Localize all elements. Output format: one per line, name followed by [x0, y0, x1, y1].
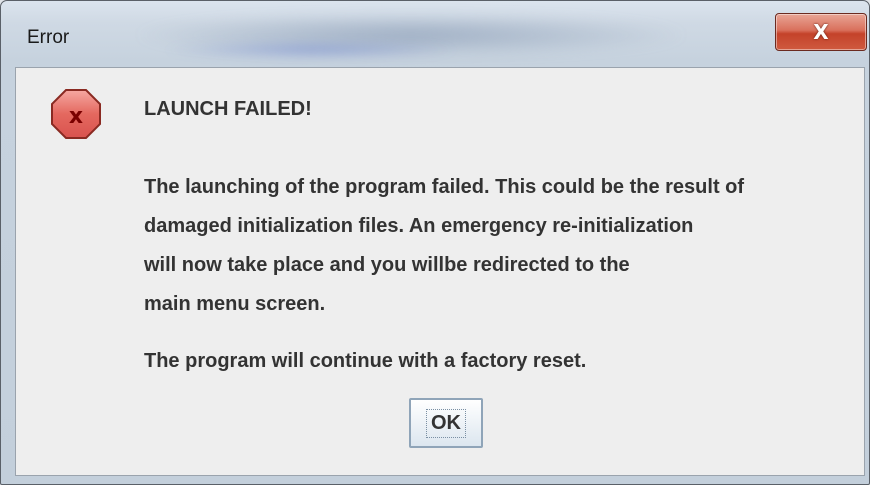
message-line: The launching of the program failed. Thi… — [144, 176, 745, 198]
error-icon: x — [51, 89, 101, 139]
error-message: The launching of the program failed. Thi… — [144, 168, 744, 324]
close-button[interactable]: X — [775, 13, 867, 51]
close-icon: X — [813, 20, 829, 44]
window-title: Error — [27, 27, 70, 48]
background-blur — [131, 13, 691, 57]
dialog-content: x LAUNCH FAILED! The launching of the pr… — [15, 67, 865, 476]
footer-message: The program will continue with a factory… — [144, 350, 587, 372]
message-line: main menu screen. — [144, 293, 326, 315]
svg-text:x: x — [69, 104, 83, 129]
error-heading: LAUNCH FAILED! — [144, 98, 312, 120]
message-line: damaged initialization files. An emergen… — [144, 215, 694, 237]
message-line: will now take place and you willbe redir… — [144, 254, 630, 276]
ok-button[interactable]: OK — [409, 398, 483, 448]
ok-button-label: OK — [426, 408, 466, 438]
error-dialog-window: Error X x LAUNCH FAILED! The launching o… — [0, 0, 870, 485]
background-blur-accent — [161, 41, 461, 59]
